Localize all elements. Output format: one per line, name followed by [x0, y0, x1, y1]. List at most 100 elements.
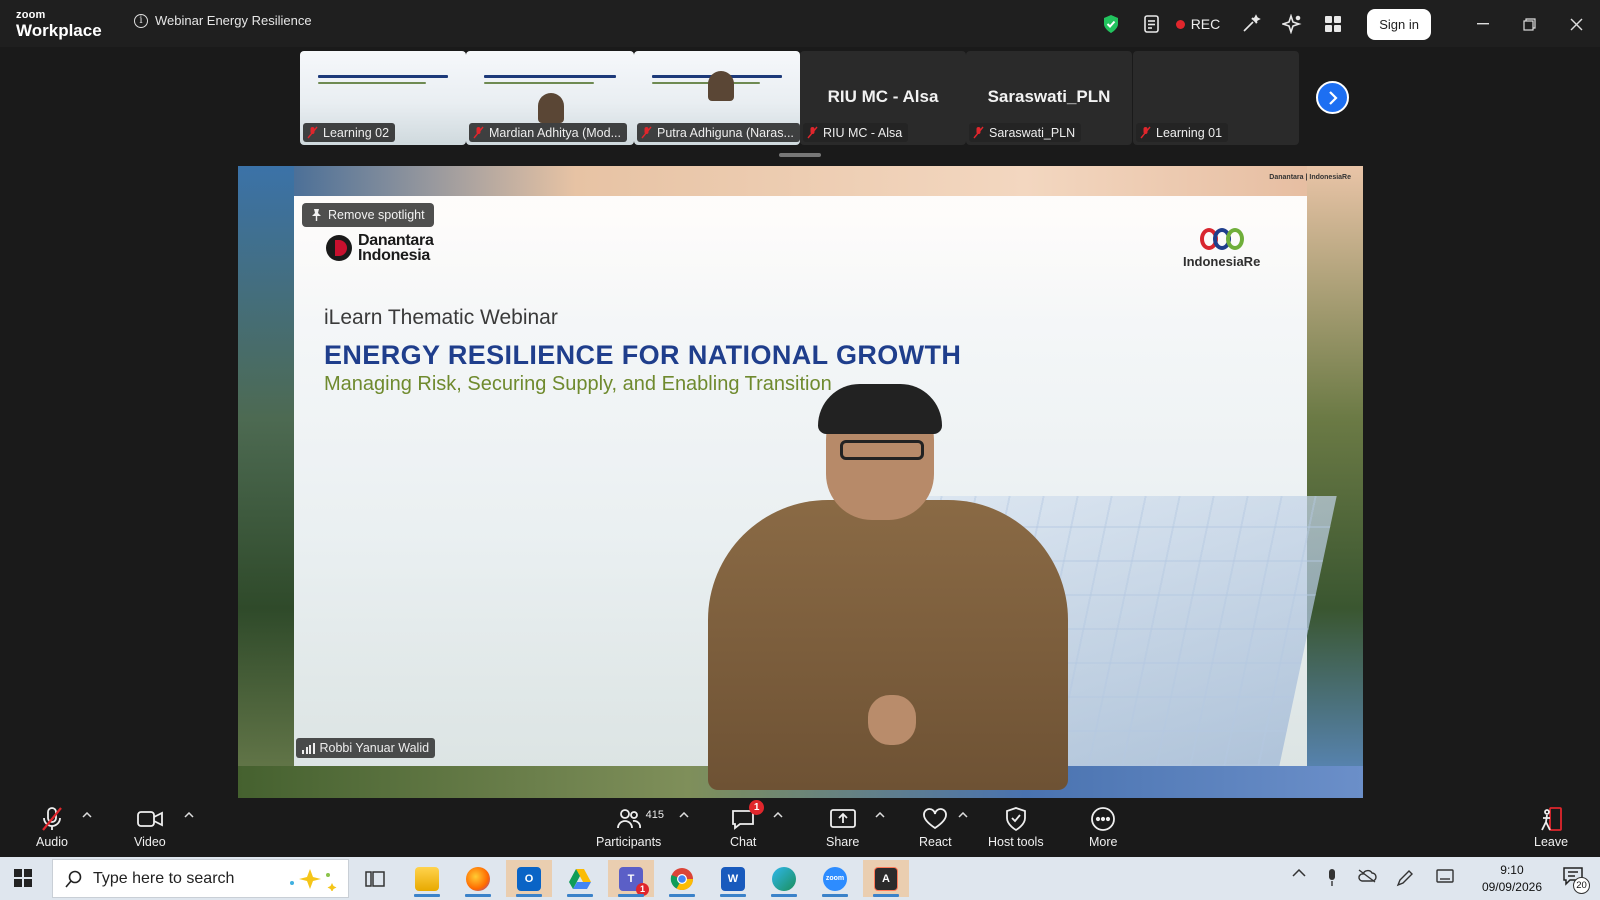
participants-options-chevron-icon[interactable] — [677, 808, 691, 822]
audio-options-chevron-icon[interactable] — [80, 808, 94, 822]
more-button[interactable]: More — [1089, 806, 1117, 849]
spotlight-video[interactable]: Danantara | IndonesiaRe Danantara Indone… — [238, 166, 1363, 798]
share-button[interactable]: Share — [826, 806, 859, 849]
minimize-icon[interactable] — [1459, 9, 1506, 39]
google-drive-icon[interactable] — [557, 860, 603, 897]
speaker-name: Robbi Yanuar Walid — [319, 741, 430, 755]
next-page-button[interactable] — [1316, 81, 1349, 114]
word-icon[interactable]: W — [710, 860, 756, 897]
muted-mic-icon — [1140, 126, 1151, 139]
indonesiare-logo: IndonesiaRe — [1183, 228, 1260, 269]
chat-button[interactable]: 1 Chat — [730, 800, 765, 849]
react-button[interactable]: React — [919, 806, 952, 849]
pen-icon[interactable] — [1396, 869, 1414, 887]
strip-scroll-indicator[interactable] — [779, 153, 821, 157]
slide-kicker: iLearn Thematic Webinar — [324, 306, 558, 329]
search-highlight-icon — [290, 868, 337, 891]
participant-video — [708, 71, 734, 101]
video-button[interactable]: Video — [134, 806, 166, 849]
edge-icon[interactable] — [761, 860, 807, 897]
leave-button[interactable]: Leave — [1534, 806, 1568, 849]
search-placeholder: Type here to search — [93, 869, 235, 887]
taskbar-clock[interactable]: 9:10 09/09/2026 — [1482, 862, 1542, 896]
participant-name-tag: RIU MC - Alsa — [803, 123, 909, 142]
teams-icon[interactable]: T1 — [608, 860, 654, 897]
meeting-info[interactable]: i Webinar Energy Resilience — [134, 13, 312, 28]
muted-mic-icon — [473, 126, 484, 139]
notification-center-icon[interactable]: 20 — [1562, 866, 1590, 894]
magic-pen-icon[interactable] — [1234, 9, 1268, 39]
video-label: Video — [134, 835, 166, 849]
participant-display-name: RIU MC - Alsa — [827, 87, 939, 106]
ai-companion-icon[interactable] — [1275, 9, 1309, 39]
shield-icon[interactable] — [1094, 9, 1128, 39]
muted-mic-icon — [307, 126, 318, 139]
participant-display-name: Saraswati_PLN — [987, 87, 1111, 106]
chrome-icon[interactable] — [659, 860, 705, 897]
info-icon: i — [134, 13, 148, 28]
windows-taskbar: Type here to search O T1 W zoom A 9:10 0… — [0, 857, 1600, 900]
tray-chevron-icon[interactable] — [1292, 869, 1306, 877]
restore-icon[interactable] — [1506, 9, 1553, 39]
react-options-chevron-icon[interactable] — [956, 808, 970, 822]
shield-icon — [1004, 806, 1028, 832]
signal-bars-icon — [302, 742, 315, 754]
participants-count: 415 — [645, 809, 665, 821]
windows-start-icon[interactable] — [14, 869, 32, 892]
zoom-logo: zoom Workplace — [16, 10, 102, 40]
react-label: React — [919, 835, 952, 849]
outlook-icon[interactable]: O — [506, 860, 552, 897]
chat-label: Chat — [730, 835, 757, 849]
host-tools-button[interactable]: Host tools — [988, 806, 1044, 849]
taskbar-search-input[interactable]: Type here to search — [52, 859, 349, 898]
participant-name: RIU MC - Alsa — [823, 125, 903, 140]
sign-in-button[interactable]: Sign in — [1367, 8, 1431, 40]
more-dots-icon — [1090, 806, 1116, 832]
indonesiare-rings-icon — [1183, 228, 1260, 250]
danantara-text: Danantara Indonesia — [358, 232, 434, 264]
clock-date: 09/09/2026 — [1481, 880, 1542, 894]
pin-icon — [312, 209, 321, 221]
participant-tile[interactable]: Learning 02 — [300, 51, 466, 145]
participant-tile[interactable]: RIU MC - Alsa RIU MC - Alsa — [800, 51, 966, 145]
teams-badge: 1 — [636, 882, 649, 896]
host-tools-label: Host tools — [988, 835, 1044, 849]
touch-keyboard-icon[interactable] — [1436, 869, 1454, 883]
brand-line-2: Workplace — [16, 21, 102, 40]
participants-button[interactable]: 415 Participants — [596, 806, 664, 849]
video-background — [238, 166, 1363, 196]
firefox-icon[interactable] — [455, 860, 501, 897]
notes-icon[interactable] — [1135, 9, 1169, 39]
muted-mic-icon — [807, 126, 818, 139]
microphone-icon[interactable] — [1326, 869, 1338, 887]
close-icon[interactable] — [1553, 9, 1600, 39]
participants-icon: 415 — [616, 806, 664, 832]
zoom-app-icon[interactable]: zoom — [812, 860, 858, 897]
speaker-name-tag: Robbi Yanuar Walid — [296, 738, 436, 758]
share-screen-icon — [829, 806, 857, 832]
apps-grid-icon[interactable] — [1316, 9, 1350, 39]
more-label: More — [1089, 835, 1118, 849]
participants-label: Participants — [596, 835, 662, 849]
task-view-icon[interactable] — [352, 860, 398, 897]
chat-options-chevron-icon[interactable] — [771, 808, 785, 822]
participant-name: Saraswati_PLN — [989, 125, 1076, 140]
participant-tile[interactable]: Saraswati_PLN Saraswati_PLN — [966, 51, 1132, 145]
participant-name-tag: Learning 01 — [1136, 123, 1229, 142]
cloud-offline-icon[interactable] — [1357, 869, 1377, 883]
share-options-chevron-icon[interactable] — [873, 808, 887, 822]
participant-tile[interactable]: Mardian Adhitya (Mod... — [466, 51, 634, 145]
search-icon — [65, 870, 82, 888]
remove-spotlight-button[interactable]: Remove spotlight — [302, 203, 434, 227]
audio-button[interactable]: Audio — [36, 806, 68, 849]
video-background — [1307, 166, 1363, 798]
video-options-chevron-icon[interactable] — [182, 808, 196, 822]
design-app-icon[interactable]: A — [863, 860, 909, 897]
video-background — [238, 166, 294, 798]
muted-mic-icon — [641, 126, 652, 139]
file-explorer-icon[interactable] — [404, 860, 450, 897]
recording-indicator[interactable]: REC — [1175, 16, 1220, 32]
participant-tile[interactable]: Learning 01 — [1133, 51, 1299, 145]
participant-tile[interactable]: Putra Adhiguna (Naras... — [634, 51, 800, 145]
meeting-toolbar: Audio Video 415 Participants 1 Chat Shar… — [0, 800, 1600, 857]
